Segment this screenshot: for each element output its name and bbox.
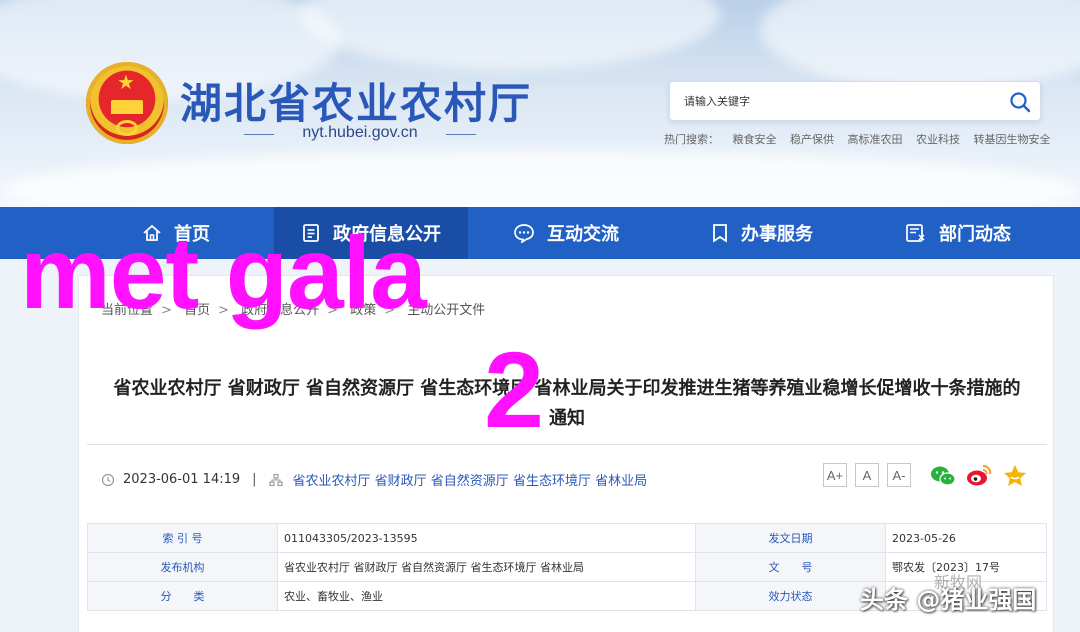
divider-line bbox=[446, 134, 476, 135]
table-row: 索 引 号 011043305/2023-13595 发文日期 2023-05-… bbox=[87, 523, 1047, 553]
info-key: 发文日期 bbox=[695, 523, 886, 553]
cloud-decoration bbox=[0, 150, 1080, 207]
info-key: 文 号 bbox=[695, 552, 886, 582]
divider bbox=[87, 444, 1047, 445]
article-title: 省农业农村厅 省财政厅 省自然资源厅 省生态环境厅 省林业局关于印发推进生猪等养… bbox=[113, 378, 1021, 429]
nav-item-label: 办事服务 bbox=[741, 224, 813, 245]
national-emblem-icon[interactable]: ★ bbox=[86, 62, 168, 144]
hot-search-link[interactable]: 转基因生物安全 bbox=[974, 133, 1051, 146]
table-row: 发布机构 省农业农村厅 省财政厅 省自然资源厅 省生态环境厅 省林业局 文 号 … bbox=[87, 552, 1047, 582]
hot-search: 热门搜索： 粮食安全 稳产保供 高标准农田 农业科技 转基因生物安全 bbox=[664, 131, 1061, 147]
info-key: 效力状态 bbox=[695, 581, 886, 611]
font-default-button[interactable]: A bbox=[855, 463, 879, 487]
source-watermark: 头条 @猪业强国 bbox=[860, 586, 1037, 614]
site-url: nyt.hubei.gov.cn bbox=[302, 124, 418, 141]
site-title[interactable]: 湖北省农业农村厅 bbox=[180, 70, 532, 131]
info-key: 分 类 bbox=[87, 581, 278, 611]
overlay-caption: met gala bbox=[20, 216, 427, 330]
hot-search-link[interactable]: 高标准农田 bbox=[848, 133, 903, 146]
cloud-decoration bbox=[300, 0, 720, 70]
wechat-icon[interactable] bbox=[929, 463, 957, 489]
font-increase-button[interactable]: A+ bbox=[823, 463, 847, 487]
nav-item-news[interactable]: 部门动态 bbox=[860, 207, 1056, 259]
nav-item-services[interactable]: 办事服务 bbox=[664, 207, 860, 259]
info-value: 农业、畜牧业、渔业 bbox=[277, 581, 696, 611]
search-box bbox=[669, 81, 1041, 121]
search-icon[interactable] bbox=[1008, 90, 1032, 114]
favorite-star-icon[interactable] bbox=[1001, 463, 1029, 489]
info-key: 发布机构 bbox=[87, 552, 278, 582]
meta-separator: | bbox=[252, 472, 257, 487]
article-meta: 2023-06-01 14:19 | 省农业农村厅 省财政厅 省自然资源厅 省生… bbox=[101, 470, 647, 489]
site-header: ★ 湖北省农业农村厅 nyt.hubei.gov.cn 热门搜索： 粮食安全 稳… bbox=[0, 0, 1080, 207]
search-input[interactable] bbox=[684, 91, 994, 113]
font-size-controls: A+ A A- bbox=[823, 463, 919, 487]
nav-item-interaction[interactable]: 互动交流 bbox=[468, 207, 664, 259]
chat-icon bbox=[514, 224, 534, 243]
share-bar bbox=[929, 463, 1037, 489]
cloud-decoration bbox=[760, 0, 1080, 90]
hot-search-label: 热门搜索： bbox=[664, 133, 719, 146]
weibo-icon[interactable] bbox=[965, 463, 993, 489]
overlay-number: 2 bbox=[484, 329, 545, 450]
info-value: 2023-05-26 bbox=[885, 523, 1047, 553]
bookmark-icon bbox=[713, 224, 727, 243]
info-key: 索 引 号 bbox=[87, 523, 278, 553]
clock-icon bbox=[101, 473, 115, 486]
news-icon bbox=[906, 224, 925, 242]
publish-datetime: 2023-06-01 14:19 bbox=[123, 472, 241, 487]
font-decrease-button[interactable]: A- bbox=[887, 463, 911, 487]
hot-search-link[interactable]: 农业科技 bbox=[916, 133, 960, 146]
info-value: 省农业农村厅 省财政厅 省自然资源厅 省生态环境厅 省林业局 bbox=[277, 552, 696, 582]
nav-item-label: 部门动态 bbox=[939, 224, 1011, 245]
publisher[interactable]: 省农业农村厅 省财政厅 省自然资源厅 省生态环境厅 省林业局 bbox=[293, 470, 648, 489]
nav-item-label: 互动交流 bbox=[547, 224, 619, 245]
info-value: 011043305/2023-13595 bbox=[277, 523, 696, 553]
hot-search-link[interactable]: 稳产保供 bbox=[790, 133, 834, 146]
site-url-block: nyt.hubei.gov.cn bbox=[244, 124, 476, 144]
org-icon bbox=[268, 473, 283, 486]
hot-search-link[interactable]: 粮食安全 bbox=[733, 133, 777, 146]
